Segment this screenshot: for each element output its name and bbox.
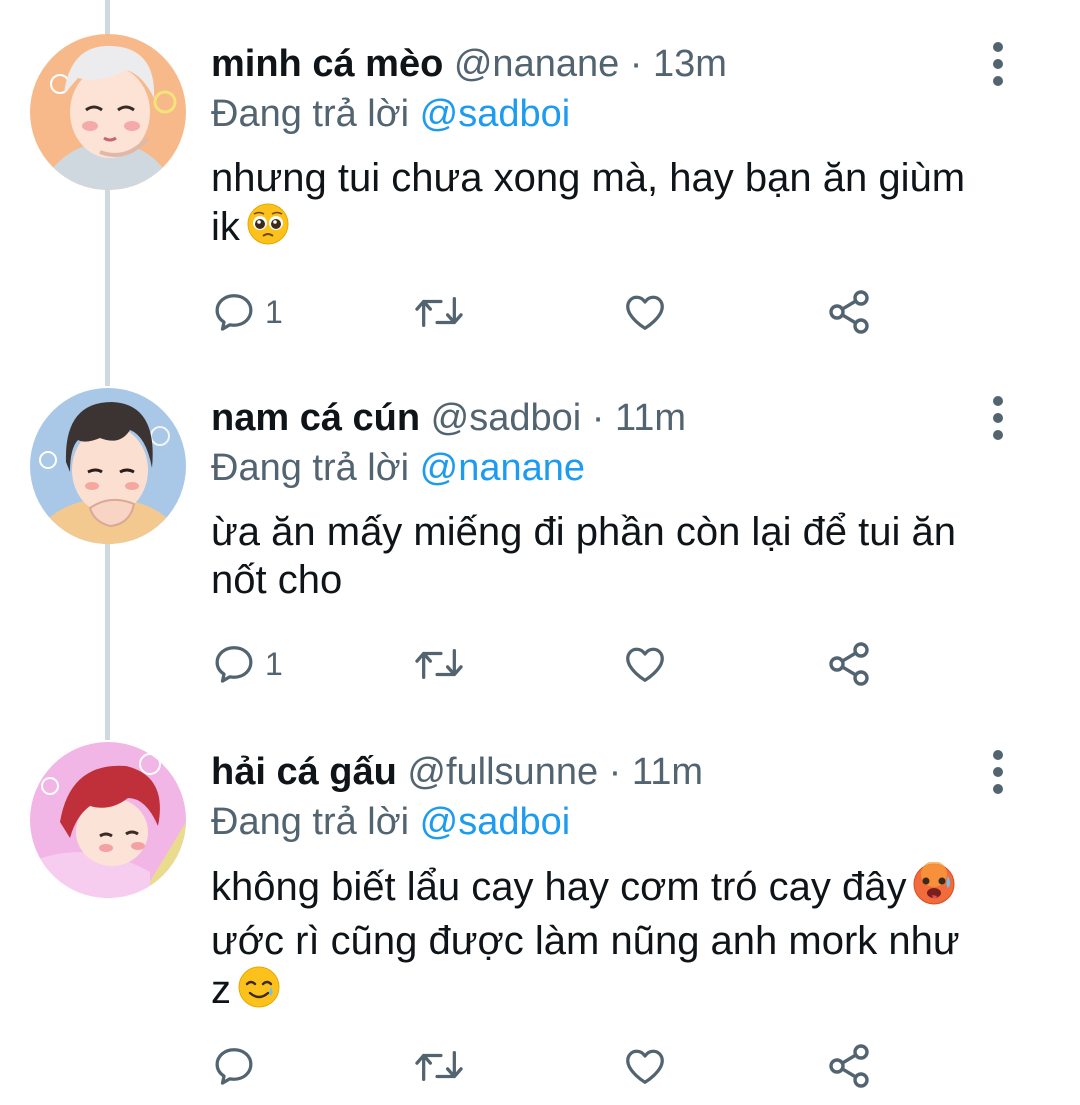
tweet[interactable]: hải cá gấu @fullsunne · 11m Đang trả lời…: [0, 742, 1080, 1105]
tweet-actions: [211, 1040, 891, 1092]
user-handle[interactable]: @sadboi: [431, 397, 582, 439]
like-button[interactable]: [621, 638, 669, 690]
display-name[interactable]: hải cá gấu: [211, 751, 397, 793]
share-icon: [829, 1044, 869, 1088]
more-options-icon[interactable]: [978, 40, 1018, 88]
tweet-header: minh cá mèo @nanane · 13m: [211, 40, 727, 88]
timestamp[interactable]: 11m: [615, 397, 686, 439]
more-options-icon[interactable]: [978, 748, 1018, 796]
more-options-icon[interactable]: [978, 394, 1018, 442]
user-handle[interactable]: @fullsunne: [407, 751, 598, 793]
tweet-text-line-wrap: z: [211, 965, 1011, 1020]
avatar[interactable]: [30, 742, 186, 898]
reply-icon: [215, 294, 253, 331]
avatar[interactable]: [30, 388, 186, 544]
reply-button[interactable]: 1: [211, 638, 283, 690]
share-icon: [829, 642, 869, 686]
tweet-text: không biết lẩu cay hay cơm tró cay đây ư…: [211, 861, 1011, 1020]
replying-to: Đang trả lời @sadboi: [211, 798, 570, 846]
tweet-text-line: nốt cho: [211, 558, 343, 602]
tweet-text-line-wrap: ik: [211, 202, 1011, 257]
mention-link[interactable]: @sadboi: [420, 93, 571, 135]
avatar[interactable]: [30, 34, 186, 190]
retweet-icon: [415, 648, 463, 680]
mention-link[interactable]: @nanane: [420, 447, 585, 489]
like-icon: [626, 1049, 664, 1084]
timestamp[interactable]: 11m: [632, 751, 703, 793]
tweet[interactable]: nam cá cún @sadboi · 11m Đang trả lời @n…: [0, 388, 1080, 698]
hot-face-emoji: [912, 861, 956, 917]
tweet-text-line: z: [211, 968, 231, 1012]
smiling-tear-face-emoji: [237, 965, 281, 1020]
like-icon: [626, 295, 664, 330]
retweet-icon: [415, 1050, 463, 1082]
reply-prefix: Đang trả lời: [211, 801, 420, 843]
tweet-text-line: ik: [211, 205, 240, 249]
display-name[interactable]: minh cá mèo: [211, 43, 443, 85]
mention-link[interactable]: @sadboi: [420, 801, 571, 843]
retweet-button[interactable]: [411, 1040, 467, 1092]
share-button[interactable]: [825, 286, 873, 338]
retweet-button[interactable]: [411, 638, 467, 690]
like-button[interactable]: [621, 1040, 669, 1092]
reply-icon: [215, 646, 253, 683]
tweet-text-line: nhưng tui chưa xong mà, hay bạn ăn giùm: [211, 156, 966, 200]
reply-count: 1: [265, 645, 283, 682]
share-button[interactable]: [825, 1040, 873, 1092]
tweet-actions: 1: [211, 286, 891, 338]
pleading-face-emoji: [246, 202, 290, 257]
reply-button[interactable]: 1: [211, 286, 283, 338]
separator-dot: ·: [619, 43, 654, 85]
timestamp[interactable]: 13m: [653, 43, 727, 85]
reply-icon: [215, 1048, 253, 1085]
share-button[interactable]: [825, 638, 873, 690]
reply-button[interactable]: [211, 1040, 265, 1092]
tweet-text-line: ước rì cũng được làm nũng anh mork như: [211, 919, 960, 963]
reply-count: 1: [265, 293, 283, 330]
tweet-header: nam cá cún @sadboi · 11m: [211, 394, 686, 442]
reply-prefix: Đang trả lời: [211, 447, 420, 489]
separator-dot: ·: [581, 397, 615, 439]
tweet-text-line-wrap: không biết lẩu cay hay cơm tró cay đây: [211, 861, 1011, 917]
tweet-text-line: ừa ăn mấy miếng đi phần còn lại để tui ă…: [211, 510, 957, 554]
user-handle[interactable]: @nanane: [454, 43, 619, 85]
replying-to: Đang trả lời @sadboi: [211, 90, 570, 138]
tweet-text: ừa ăn mấy miếng đi phần còn lại để tui ă…: [211, 508, 1011, 604]
retweet-button[interactable]: [411, 286, 467, 338]
tweet[interactable]: minh cá mèo @nanane · 13m Đang trả lời @…: [0, 34, 1080, 344]
like-button[interactable]: [621, 286, 669, 338]
display-name[interactable]: nam cá cún: [211, 397, 420, 439]
retweet-icon: [415, 296, 463, 328]
tweet-text: nhưng tui chưa xong mà, hay bạn ăn giùm …: [211, 154, 1011, 257]
tweet-actions: 1: [211, 638, 891, 690]
separator-dot: ·: [598, 751, 632, 793]
share-icon: [829, 290, 869, 334]
reply-prefix: Đang trả lời: [211, 93, 420, 135]
replying-to: Đang trả lời @nanane: [211, 444, 585, 492]
tweet-text-line: không biết lẩu cay hay cơm tró cay đây: [211, 865, 907, 909]
tweet-header: hải cá gấu @fullsunne · 11m: [211, 748, 703, 796]
like-icon: [626, 647, 664, 682]
